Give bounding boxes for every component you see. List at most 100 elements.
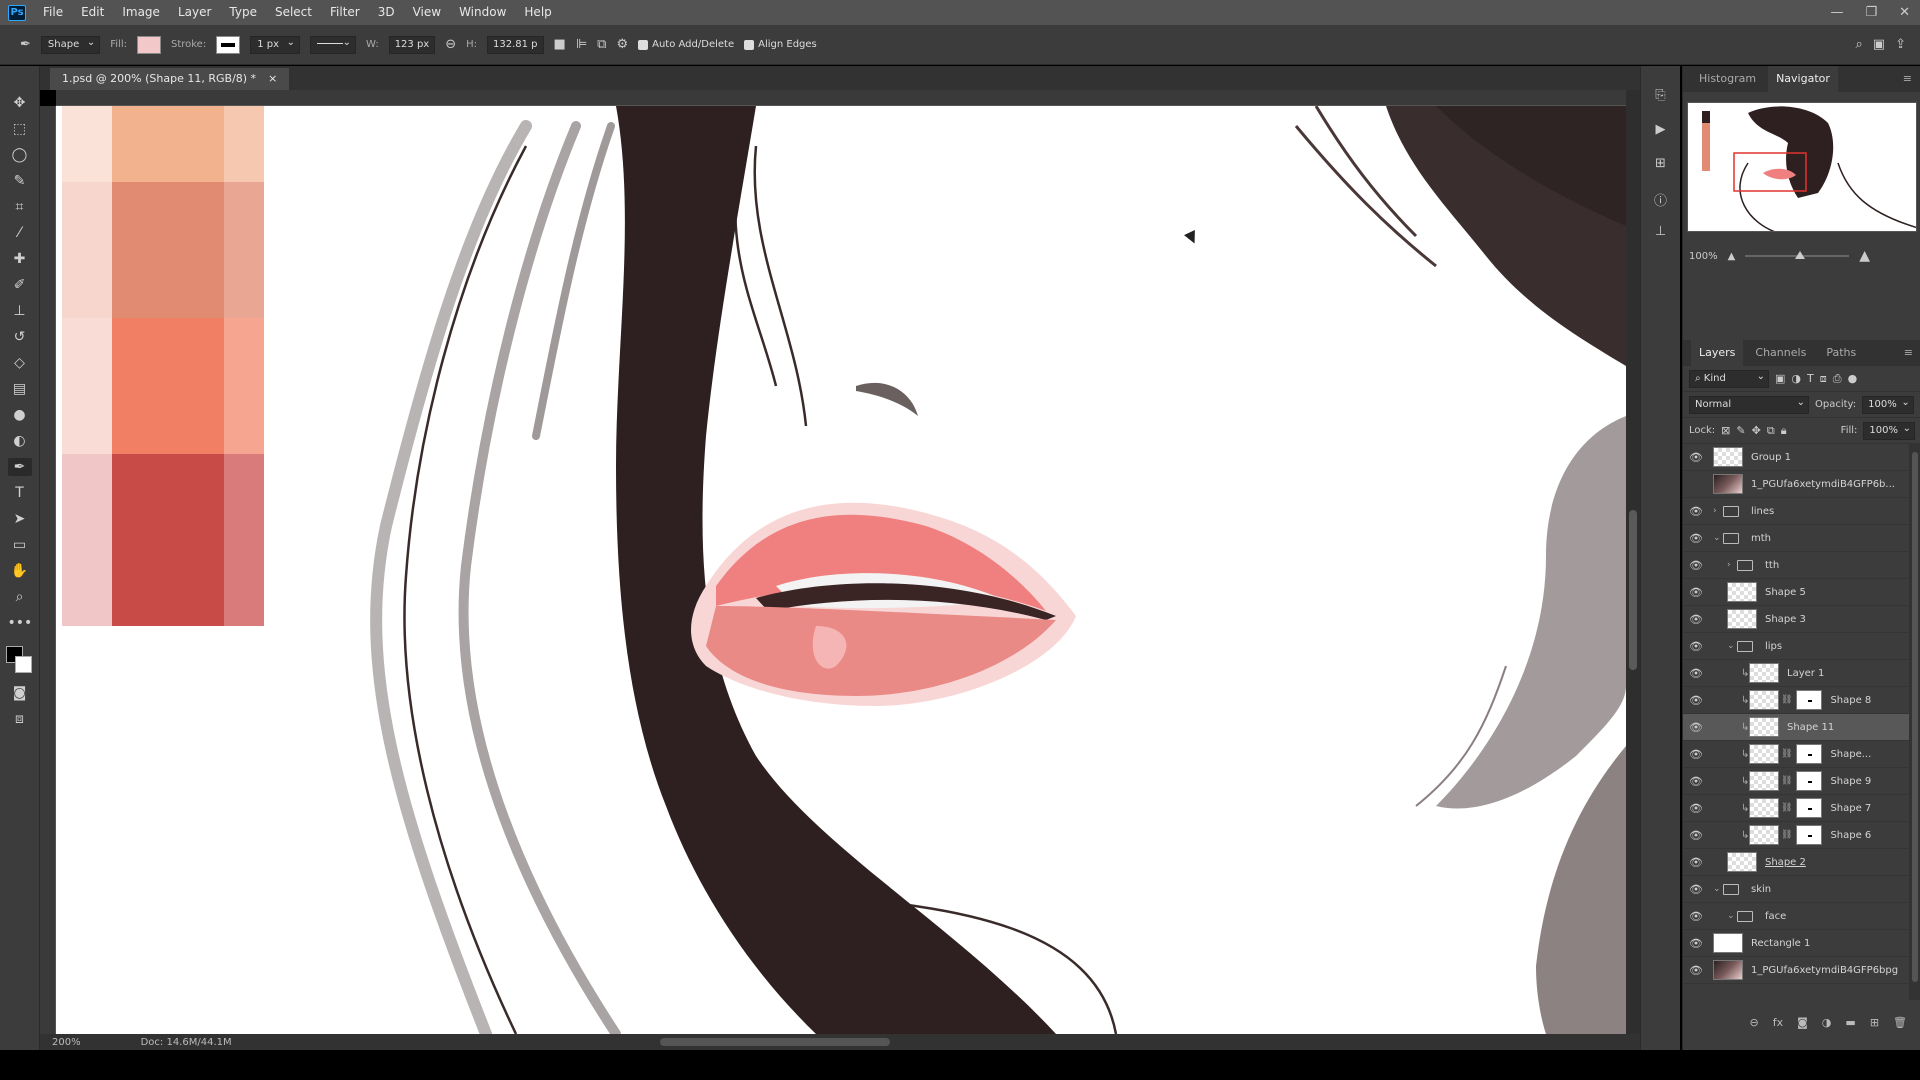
menu-image[interactable]: Image (113, 0, 169, 25)
visibility-eye-icon[interactable]: 👁︎ (1683, 694, 1709, 707)
canvas-vertical-scrollbar[interactable] (1626, 90, 1640, 1034)
stamp-icon[interactable]: ⊥ (1651, 224, 1671, 242)
properties-icon[interactable]: ⊞ (1651, 156, 1671, 174)
group-caret-icon[interactable]: › (1727, 560, 1737, 570)
visibility-eye-icon[interactable]: 👁︎ (1683, 856, 1709, 869)
vertical-ruler[interactable] (40, 106, 56, 1034)
tab-histogram[interactable]: Histogram (1691, 66, 1764, 92)
layer-thumbnail[interactable] (1749, 663, 1779, 683)
layer-thumbnail[interactable] (1749, 798, 1779, 818)
layer-thumbnail[interactable] (1727, 852, 1757, 872)
layer-row[interactable]: 👁︎ › tth (1683, 552, 1909, 579)
layer-mask-thumbnail[interactable] (1796, 690, 1823, 710)
visibility-eye-icon[interactable]: 👁︎ (1683, 559, 1709, 572)
auto-add-delete-checkbox[interactable]: Auto Add/Delete (638, 39, 734, 50)
layer-thumbnail[interactable] (1727, 582, 1757, 602)
filter-shape-icon[interactable]: ⧈ (1820, 372, 1827, 386)
lock-transparency-icon[interactable]: ⊠ (1721, 424, 1730, 437)
visibility-eye-icon[interactable]: 👁︎ (1683, 937, 1709, 950)
visibility-eye-icon[interactable]: 👁︎ (1683, 964, 1709, 977)
layer-row[interactable]: 👁︎ Shape 2 (1683, 849, 1909, 876)
visibility-eye-icon[interactable]: 👁︎ (1683, 478, 1709, 491)
navigator-preview[interactable] (1687, 102, 1917, 232)
pen-tool-icon[interactable]: ✒ (7, 458, 32, 476)
color-swatches[interactable] (5, 646, 34, 676)
menu-file[interactable]: File (34, 0, 72, 25)
mask-link-icon[interactable]: ⛓︎ (1781, 776, 1792, 786)
tab-layers[interactable]: Layers (1691, 340, 1744, 366)
rectangle-tool-icon[interactable]: ▭ (8, 536, 32, 554)
layer-row[interactable]: 👁︎ 1_PGUfa6xetymdiB4GFP6bpg (1683, 957, 1909, 984)
layer-row[interactable]: 👁︎ ↳ Layer 1 (1683, 660, 1909, 687)
lock-artboard-icon[interactable]: ⧉ (1767, 424, 1775, 438)
gradient-tool-icon[interactable]: ▤ (8, 380, 32, 398)
layer-thumbnail[interactable] (1749, 825, 1779, 845)
menu-window[interactable]: Window (450, 0, 515, 25)
tab-navigator[interactable]: Navigator (1768, 66, 1838, 92)
stroke-type-dropdown[interactable] (310, 35, 357, 54)
brush-tool-icon[interactable]: ✐ (8, 276, 32, 294)
layer-row[interactable]: 👁︎ ⌄ mth (1683, 525, 1909, 552)
horizontal-ruler[interactable] (56, 90, 1626, 106)
fill-input[interactable]: 100% (1863, 421, 1915, 440)
zoom-in-icon[interactable]: ▲ (1859, 248, 1870, 264)
layer-row[interactable]: 👁︎ ⌄ face (1683, 903, 1909, 930)
mask-link-icon[interactable]: ⛓︎ (1781, 830, 1792, 840)
more-tools-icon[interactable]: ••• (8, 614, 33, 632)
stroke-width-dropdown[interactable]: 1 px (250, 35, 301, 54)
visibility-eye-icon[interactable]: 👁︎ (1683, 505, 1709, 518)
gear-icon[interactable]: ⚙ (616, 37, 628, 52)
menu-help[interactable]: Help (515, 0, 560, 25)
tool-mode-dropdown[interactable]: Shape (40, 35, 101, 54)
mask-link-icon[interactable]: ⛓︎ (1781, 803, 1792, 813)
background-color[interactable] (14, 656, 32, 673)
document-tab-close[interactable]: × (268, 68, 277, 90)
layers-scrollbar[interactable] (1909, 444, 1920, 1000)
visibility-eye-icon[interactable]: 👁︎ (1683, 613, 1709, 626)
lock-all-icon[interactable]: 🔒︎ (1781, 424, 1787, 438)
path-arrangement-icon[interactable]: ⧉ (597, 37, 606, 52)
tab-paths[interactable]: Paths (1818, 340, 1864, 366)
layer-row[interactable]: 👁︎ ⌄ lips (1683, 633, 1909, 660)
eyedropper-tool-icon[interactable]: ⁄ (8, 224, 32, 242)
filter-pixel-icon[interactable]: ▣ (1775, 372, 1785, 385)
menu-edit[interactable]: Edit (72, 0, 113, 25)
clone-stamp-tool-icon[interactable]: ⊥ (8, 302, 32, 320)
info-icon[interactable]: ⓘ (1651, 190, 1671, 209)
close-window-button[interactable]: ✕ (1899, 5, 1910, 20)
visibility-eye-icon[interactable]: 👁︎ (1683, 775, 1709, 788)
quick-mask-icon[interactable]: ◙ (8, 684, 32, 702)
navigator-zoom-value[interactable]: 100% (1689, 251, 1718, 262)
lock-pixels-icon[interactable]: ✎ (1736, 424, 1745, 437)
link-icon[interactable]: ⊖ (445, 37, 456, 52)
height-input[interactable]: 132.81 p (487, 35, 544, 54)
document-tab[interactable]: 1.psd @ 200% (Shape 11, RGB/8) * × (50, 68, 290, 90)
visibility-eye-icon[interactable]: 👁︎ (1683, 910, 1709, 923)
layer-row[interactable]: 👁︎ ⌄ skin (1683, 876, 1909, 903)
layer-mask-thumbnail[interactable] (1796, 744, 1823, 764)
dodge-tool-icon[interactable]: ◐ (8, 432, 32, 450)
visibility-eye-icon[interactable]: 👁︎ (1683, 829, 1709, 842)
layer-thumbnail[interactable] (1749, 690, 1779, 710)
visibility-eye-icon[interactable]: 👁︎ (1683, 883, 1709, 896)
zoom-level[interactable]: 200% (52, 1037, 81, 1048)
stroke-swatch[interactable] (216, 35, 241, 54)
layer-thumbnail[interactable] (1727, 609, 1757, 629)
eraser-tool-icon[interactable]: ◇ (8, 354, 32, 372)
path-alignment-icon[interactable]: ⊫ (576, 37, 587, 52)
layer-row[interactable]: 👁︎ ↳ ⛓︎ Shape 7 (1683, 795, 1909, 822)
group-caret-icon[interactable]: ⌄ (1727, 911, 1737, 921)
width-input[interactable]: 123 px (388, 35, 436, 54)
visibility-eye-icon[interactable]: 👁︎ (1683, 802, 1709, 815)
canvas[interactable] (56, 106, 1626, 1034)
layer-row[interactable]: 👁︎ Shape 5 (1683, 579, 1909, 606)
layer-row[interactable]: 👁︎ Group 1 (1683, 444, 1909, 471)
mask-link-icon[interactable]: ⛓︎ (1781, 695, 1792, 705)
layer-row[interactable]: 👁︎ ↳ ⛓︎ Shape 8 (1683, 687, 1909, 714)
search-icon[interactable]: ⌕ (1856, 37, 1863, 52)
delete-layer-icon[interactable]: 🗑︎ (1893, 1016, 1907, 1029)
visibility-eye-icon[interactable]: 👁︎ (1683, 640, 1709, 653)
lasso-tool-icon[interactable]: ◯ (8, 146, 32, 164)
visibility-eye-icon[interactable]: 👁︎ (1683, 451, 1709, 464)
visibility-eye-icon[interactable]: 👁︎ (1683, 586, 1709, 599)
